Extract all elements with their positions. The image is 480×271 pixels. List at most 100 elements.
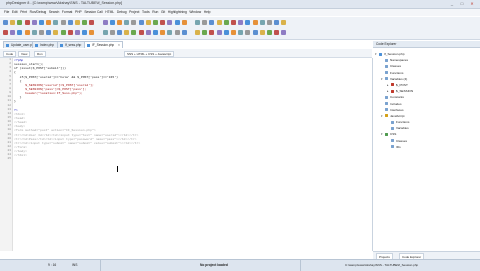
menu-item[interactable]: Print	[20, 9, 27, 16]
toolbar-button-icon[interactable]	[274, 29, 280, 35]
toolbar-button-icon[interactable]	[67, 29, 73, 35]
toolbar-button-icon[interactable]	[39, 19, 44, 25]
toolbar-button-icon[interactable]	[209, 19, 215, 25]
toolbar-button-icon[interactable]	[153, 19, 158, 25]
toolbar-button-icon[interactable]	[174, 29, 180, 35]
toolbar-button-icon[interactable]	[281, 19, 287, 25]
toolbar-button-icon[interactable]	[3, 19, 8, 25]
toolbar-button-icon[interactable]	[17, 19, 23, 25]
toolbar-button-icon[interactable]	[252, 29, 258, 35]
toolbar-button-icon[interactable]	[138, 29, 144, 35]
toolbar-button-icon[interactable]	[216, 29, 222, 35]
toolbar-button-icon[interactable]	[231, 19, 236, 25]
toolbar-button-icon[interactable]	[153, 29, 158, 35]
menu-item[interactable]: Debug	[117, 9, 127, 16]
toolbar-button-icon[interactable]	[24, 29, 30, 35]
close-tab-icon[interactable]: ✕	[118, 42, 121, 48]
menu-item[interactable]: Run/Debug	[30, 9, 47, 16]
menu-item[interactable]: Window	[189, 9, 201, 16]
toolbar-button-icon[interactable]	[60, 29, 66, 35]
toolbar-button-icon[interactable]	[109, 29, 115, 35]
toolbar-button-icon[interactable]	[53, 29, 59, 35]
toolbar-button-icon[interactable]	[274, 19, 280, 25]
toolbar-button-icon[interactable]	[10, 19, 16, 25]
toolbar-button-icon[interactable]	[145, 19, 151, 25]
menu-item[interactable]: Git	[161, 9, 165, 16]
toolbar-button-icon[interactable]	[245, 29, 251, 35]
toolbar-button-icon[interactable]	[17, 29, 23, 35]
toolbar-button-icon[interactable]	[259, 29, 265, 35]
toolbar-button-icon[interactable]	[145, 29, 151, 35]
toolbar-button-icon[interactable]	[167, 19, 173, 25]
toolbar-button-icon[interactable]	[245, 19, 251, 25]
toolbar-button-icon[interactable]	[46, 19, 52, 25]
toolbar-button-icon[interactable]	[216, 19, 222, 25]
menu-item[interactable]: Format	[62, 9, 72, 16]
toolbar-button-icon[interactable]	[75, 19, 80, 25]
design-view-button[interactable]: View	[18, 50, 31, 57]
toolbar-button-icon[interactable]	[223, 29, 229, 35]
menu-item[interactable]: Help	[204, 9, 211, 16]
toolbar-button-icon[interactable]	[160, 19, 166, 25]
code-line[interactable]	[14, 157, 369, 161]
toolbar-button-icon[interactable]	[238, 19, 244, 25]
toolbar-button-icon[interactable]	[39, 29, 44, 35]
menu-item[interactable]: Session Call	[84, 9, 102, 16]
toolbar-button-icon[interactable]	[102, 19, 108, 25]
code-editor[interactable]: 1 2 3 4 5 6 7 8 9 10 11 12 13 14 15 16 17 18 19 20 21 22 23 24 2…	[0, 58, 373, 251]
menu-item[interactable]: PHP	[75, 9, 82, 16]
toolbar-button-icon[interactable]	[31, 29, 37, 35]
code-view-button[interactable]: Code	[3, 50, 17, 57]
menu-item[interactable]: File	[4, 9, 9, 16]
toolbar-button-icon[interactable]	[53, 19, 59, 25]
toolbar-button-icon[interactable]	[89, 29, 95, 35]
tree-node[interactable]: IDs	[375, 144, 479, 150]
tab-document[interactable]: IF_Session.php ✕	[84, 41, 124, 48]
toolbar-button-icon[interactable]	[238, 29, 244, 35]
toolbar-button-icon[interactable]	[267, 29, 272, 35]
menu-item[interactable]: Run	[152, 9, 158, 16]
maximize-button[interactable]: □	[458, 1, 466, 6]
toolbar-button-icon[interactable]	[223, 19, 229, 25]
toolbar-button-icon[interactable]	[46, 29, 52, 35]
toolbar-button-icon[interactable]	[167, 29, 173, 35]
code-lines[interactable]: <?php session_start(); if (isset($_POST['s…	[14, 58, 369, 162]
toolbar-button-icon[interactable]	[75, 29, 80, 35]
toolbar-button-icon[interactable]	[252, 19, 258, 25]
toolbar-button-icon[interactable]	[281, 29, 287, 35]
menu-item[interactable]: Search	[49, 9, 59, 16]
toolbar-button-icon[interactable]	[82, 29, 88, 35]
toolbar-button-icon[interactable]	[67, 19, 73, 25]
toolbar-button-icon[interactable]	[131, 19, 137, 25]
toolbar-button-icon[interactable]	[82, 19, 88, 25]
toolbar-button-icon[interactable]	[109, 19, 115, 25]
toolbar-button-icon[interactable]	[259, 19, 265, 25]
toolbar-button-icon[interactable]	[202, 29, 208, 35]
toolbar-button-icon[interactable]	[195, 29, 200, 35]
toolbar-button-icon[interactable]	[181, 19, 187, 25]
toolbar-button-icon[interactable]	[267, 19, 272, 25]
menu-item[interactable]: Edit	[12, 9, 18, 16]
toolbar-button-icon[interactable]	[117, 29, 122, 35]
toolbar-button-icon[interactable]	[195, 19, 200, 25]
toolbar-button-icon[interactable]	[102, 29, 108, 35]
toolbar-button-icon[interactable]	[124, 19, 130, 25]
toolbar-button-icon[interactable]	[209, 29, 215, 35]
toolbar-button-icon[interactable]	[231, 29, 236, 35]
toolbar-button-icon[interactable]	[89, 19, 95, 25]
toolbar-button-icon[interactable]	[117, 19, 122, 25]
menu-item[interactable]: Highlightning	[168, 9, 187, 16]
toolbar-button-icon[interactable]	[131, 29, 137, 35]
menu-item[interactable]: Tools	[142, 9, 150, 16]
toolbar-button-icon[interactable]	[10, 29, 16, 35]
toolbar-button-icon[interactable]	[181, 29, 187, 35]
close-button[interactable]: ✕	[468, 1, 476, 6]
toolbar-button-icon[interactable]	[31, 19, 37, 25]
toolbar-button-icon[interactable]	[160, 29, 166, 35]
menu-item[interactable]: Project	[129, 9, 139, 16]
toolbar-button-icon[interactable]	[174, 19, 180, 25]
toolbar-button-icon[interactable]	[60, 19, 66, 25]
toolbar-button-icon[interactable]	[3, 29, 8, 35]
toolbar-button-icon[interactable]	[124, 29, 130, 35]
run-button[interactable]: Run	[34, 50, 46, 57]
